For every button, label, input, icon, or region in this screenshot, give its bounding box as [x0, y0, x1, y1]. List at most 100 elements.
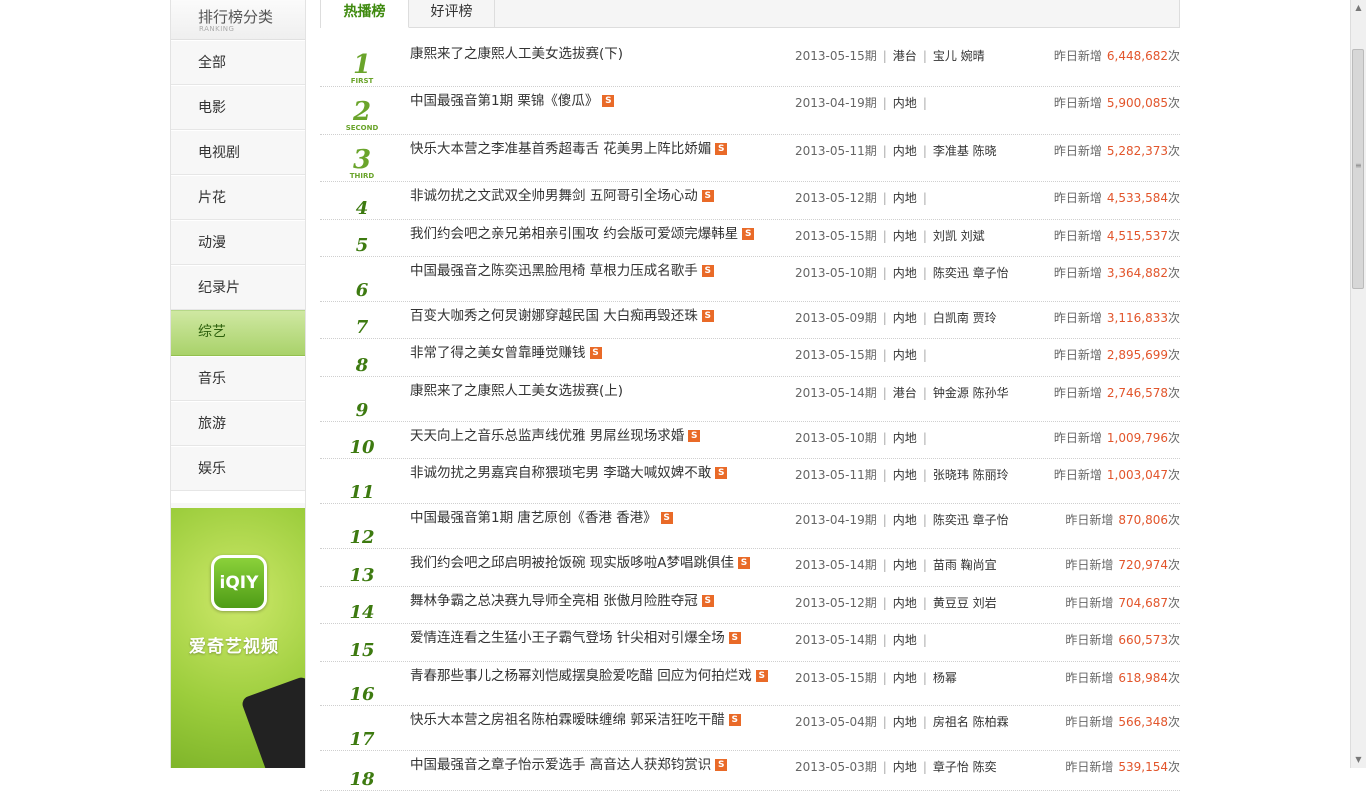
rank-number: 18: [349, 769, 375, 790]
region-link[interactable]: 内地: [893, 266, 917, 280]
region-link[interactable]: 内地: [893, 311, 917, 325]
region-link[interactable]: 内地: [893, 513, 917, 527]
tab-hot-ranking[interactable]: 热播榜: [321, 0, 409, 28]
region-link[interactable]: 内地: [893, 191, 917, 205]
show-title-link[interactable]: 青春那些事儿之杨幂刘恺威摆臭脸爱吃醋 回应为何拍烂戏 S: [410, 666, 775, 687]
sidebar-item[interactable]: 片花: [171, 175, 305, 220]
cast-link[interactable]: 钟金源 陈孙华: [933, 386, 1009, 400]
sidebar-item[interactable]: 全部: [171, 40, 305, 85]
cast-link[interactable]: 苗雨 鞠尚宜: [933, 558, 997, 572]
region-link[interactable]: 内地: [893, 715, 917, 729]
ranking-row: 5 我们约会吧之亲兄弟相亲引围攻 约会版可爱颂完爆韩星 S 2013-05-15期 | 内…: [320, 220, 1180, 257]
source-badge-icon[interactable]: S: [728, 632, 741, 644]
source-badge-icon[interactable]: S: [742, 228, 755, 240]
region-link[interactable]: 内地: [893, 468, 917, 482]
show-title-link[interactable]: 我们约会吧之邱启明被抢饭碗 现实版哆啦A梦唱跳俱佳 S: [410, 553, 775, 574]
show-title-link[interactable]: 康熙来了之康熙人工美女选拔赛(上): [410, 381, 775, 402]
cast-link[interactable]: 宝儿 婉晴: [933, 49, 985, 63]
iqiyi-ad-banner[interactable]: iQIY 爱奇艺视频: [171, 508, 305, 768]
region-link[interactable]: 内地: [893, 229, 917, 243]
show-title-text: 非常了得之美女曾靠睡觉赚钱: [410, 345, 586, 361]
region-link[interactable]: 内地: [893, 144, 917, 158]
view-count: 704,687: [1118, 596, 1168, 610]
show-title-link[interactable]: 非诚勿扰之男嘉宾自称猥琐宅男 李璐大喊奴婢不敢 S: [410, 463, 775, 484]
region-link[interactable]: 内地: [893, 348, 917, 362]
source-badge-icon[interactable]: S: [602, 95, 615, 107]
source-badge-icon[interactable]: S: [715, 467, 728, 479]
show-title-link[interactable]: 爱情连连看之生猛小王子霸气登场 针尖相对引爆全场 S: [410, 628, 775, 649]
sidebar-item[interactable]: 综艺: [171, 310, 305, 356]
episode-date: 2013-05-10期: [795, 266, 877, 280]
sidebar-item[interactable]: 音乐: [171, 356, 305, 401]
scrollbar-thumb[interactable]: ≡: [1352, 49, 1364, 289]
sidebar-item[interactable]: 旅游: [171, 401, 305, 446]
show-title-text: 康熙来了之康熙人工美女选拔赛(上): [410, 383, 624, 399]
sidebar-item[interactable]: 纪录片: [171, 265, 305, 310]
source-badge-icon[interactable]: S: [701, 595, 714, 607]
sidebar-category-list: 全部 电影 电视剧 片花 动漫 纪录片 综艺 音乐 旅游 娱乐: [171, 40, 305, 503]
scroll-down-arrow-icon[interactable]: ▼: [1351, 752, 1366, 768]
sidebar-gap: [171, 491, 305, 503]
separator: |: [882, 431, 887, 445]
source-badge-icon[interactable]: S: [688, 430, 701, 442]
show-title-link[interactable]: 我们约会吧之亲兄弟相亲引围攻 约会版可爱颂完爆韩星 S: [410, 224, 775, 245]
show-title-link[interactable]: 中国最强音第1期 栗锦《傻瓜》 S: [410, 91, 775, 112]
show-title-text: 舞林争霸之总决赛九导师全亮相 张傲月险胜夺冠: [410, 593, 698, 609]
region-link[interactable]: 内地: [893, 596, 917, 610]
stat-label: 昨日新增: [1053, 229, 1102, 243]
show-title-link[interactable]: 快乐大本营之房祖名陈柏霖暧昧缠绵 郭采洁狂吃干醋 S: [410, 710, 775, 731]
cast-link[interactable]: 刘凯 刘斌: [933, 229, 985, 243]
show-title-link[interactable]: 非常了得之美女曾靠睡觉赚钱 S: [410, 343, 775, 364]
cast-link[interactable]: 房祖名 陈柏霖: [933, 715, 1009, 729]
show-title-link[interactable]: 天天向上之音乐总监声线优雅 男屌丝现场求婚 S: [410, 426, 775, 447]
separator: |: [922, 348, 927, 362]
region-link[interactable]: 内地: [893, 760, 917, 774]
region-link[interactable]: 内地: [893, 671, 917, 685]
cast-link[interactable]: 陈奕迅 章子怡: [933, 266, 1009, 280]
cast-link[interactable]: 章子怡 陈奕: [933, 760, 997, 774]
cast-link[interactable]: 杨幂: [933, 671, 957, 685]
view-stat: 昨日新增 3,116,833次: [1000, 308, 1180, 329]
cast-link[interactable]: 李准基 陈晓: [933, 144, 997, 158]
cast-link[interactable]: 白凯南 贾玲: [933, 311, 997, 325]
source-badge-icon[interactable]: S: [755, 670, 768, 682]
show-title-link[interactable]: 中国最强音之章子怡示爱选手 高音达人获郑钧赏识 S: [410, 755, 775, 776]
show-title-link[interactable]: 中国最强音第1期 唐艺原创《香港 香港》 S: [410, 508, 775, 529]
show-title-link[interactable]: 舞林争霸之总决赛九导师全亮相 张傲月险胜夺冠 S: [410, 591, 775, 612]
view-stat: 昨日新增 660,573次: [1000, 630, 1180, 651]
show-title-link[interactable]: 百变大咖秀之何炅谢娜穿越民国 大白痴再毁还珠 S: [410, 306, 775, 327]
region-link[interactable]: 港台: [893, 49, 917, 63]
region-link[interactable]: 内地: [893, 96, 917, 110]
sidebar-item[interactable]: 电影: [171, 85, 305, 130]
sidebar-item[interactable]: 动漫: [171, 220, 305, 265]
source-badge-icon[interactable]: S: [660, 512, 673, 524]
tab-top-rated[interactable]: 好评榜: [409, 0, 495, 28]
show-title-link[interactable]: 康熙来了之康熙人工美女选拔赛(下): [410, 44, 775, 65]
source-badge-icon[interactable]: S: [701, 310, 714, 322]
cast-link[interactable]: 黄豆豆 刘岩: [933, 596, 997, 610]
region-link[interactable]: 港台: [893, 386, 917, 400]
sidebar-item[interactable]: 电视剧: [171, 130, 305, 175]
source-badge-icon[interactable]: S: [715, 759, 728, 771]
show-title-text: 天天向上之音乐总监声线优雅 男屌丝现场求婚: [410, 428, 685, 444]
source-badge-icon[interactable]: S: [728, 714, 741, 726]
show-title-link[interactable]: 快乐大本营之李准基首秀超毒舌 花美男上阵比娇媚 S: [410, 139, 775, 160]
source-badge-icon[interactable]: S: [589, 347, 602, 359]
source-badge-icon[interactable]: S: [738, 557, 751, 569]
scroll-up-arrow-icon[interactable]: ▲: [1351, 0, 1366, 16]
region-link[interactable]: 内地: [893, 633, 917, 647]
episode-date: 2013-05-14期: [795, 386, 877, 400]
vertical-scrollbar[interactable]: ▲ ≡ ▼: [1350, 0, 1366, 768]
show-title-link[interactable]: 中国最强音之陈奕迅黑脸甩椅 草根力压成名歌手 S: [410, 261, 775, 282]
region-link[interactable]: 内地: [893, 431, 917, 445]
source-badge-icon[interactable]: S: [715, 143, 728, 155]
cast-link[interactable]: 陈奕迅 章子怡: [933, 513, 1009, 527]
cast-link[interactable]: 张晓玮 陈丽玲: [933, 468, 1009, 482]
source-badge-icon[interactable]: S: [701, 265, 714, 277]
region-link[interactable]: 内地: [893, 558, 917, 572]
show-title-link[interactable]: 非诚勿扰之文武双全帅男舞剑 五阿哥引全场心动 S: [410, 186, 775, 207]
source-badge-icon[interactable]: S: [701, 190, 714, 202]
episode-date: 2013-05-11期: [795, 468, 877, 482]
iqiyi-logo-icon: iQIY: [211, 555, 267, 611]
sidebar-item[interactable]: 娱乐: [171, 446, 305, 491]
